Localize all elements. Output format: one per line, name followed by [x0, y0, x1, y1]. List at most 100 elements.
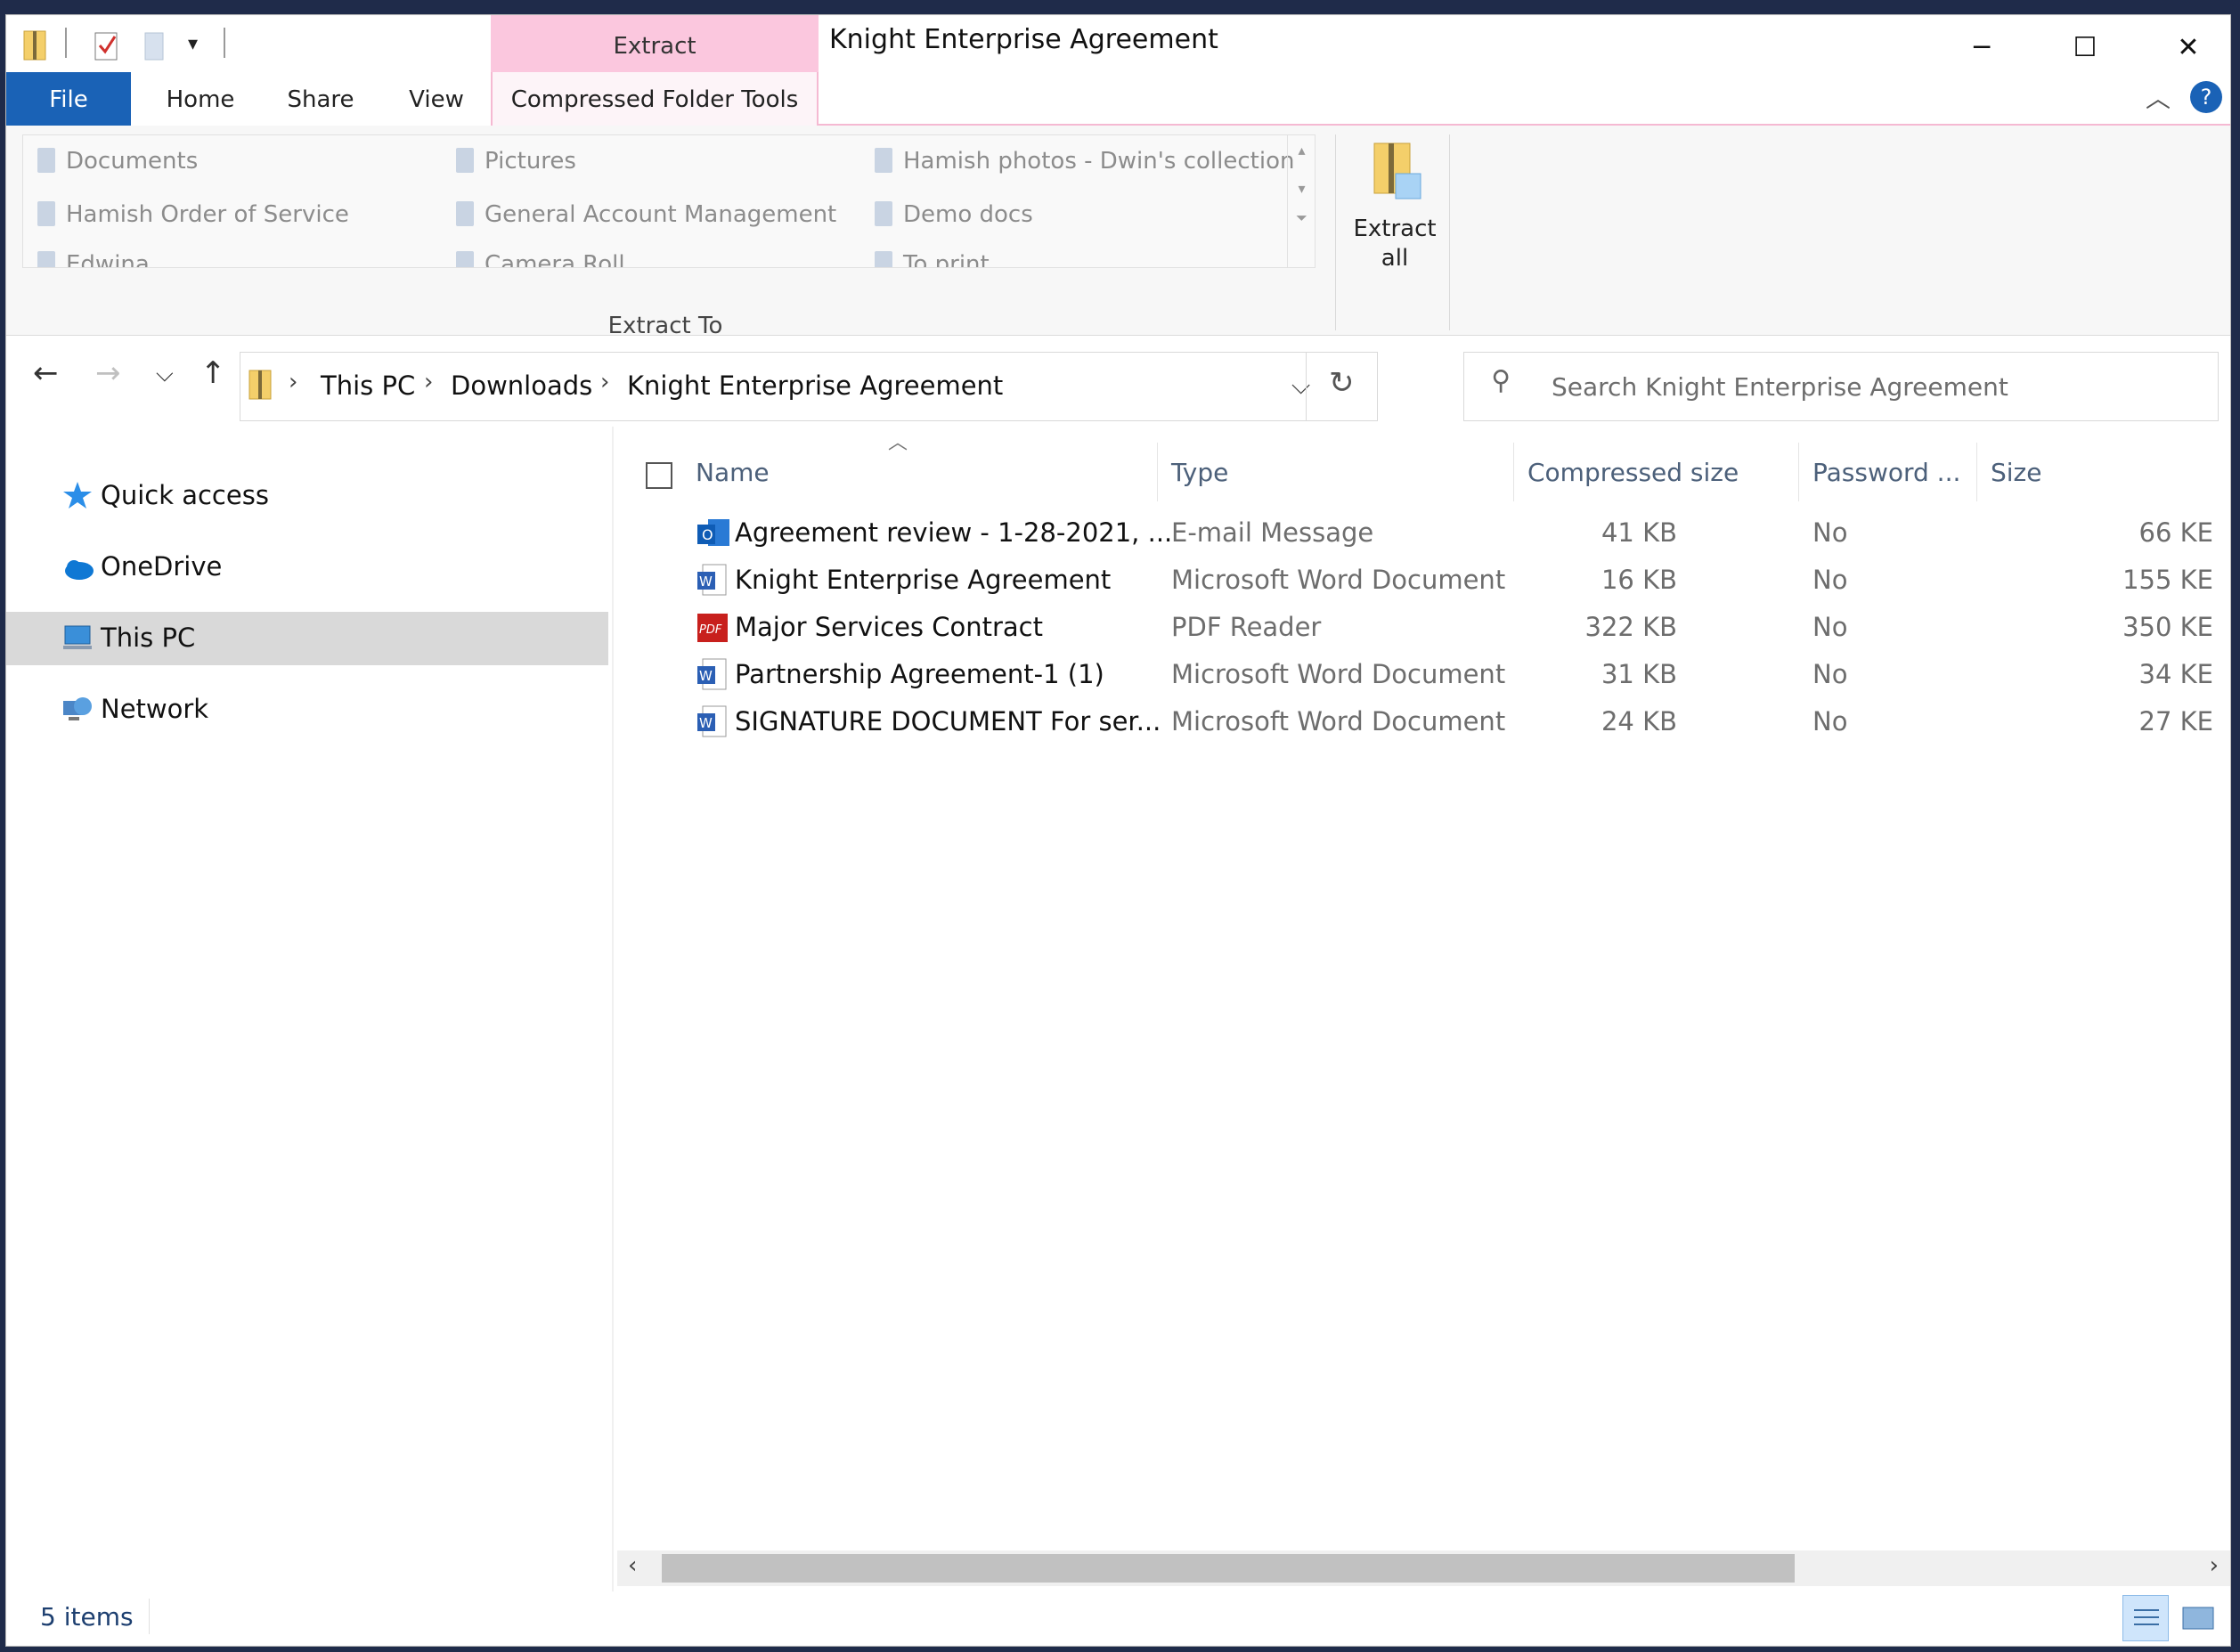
maximize-button[interactable]: ☐ — [2033, 15, 2137, 79]
search-box[interactable]: ⚲ Search Knight Enterprise Agreement — [1463, 352, 2219, 421]
new-folder-icon[interactable] — [142, 28, 168, 63]
extract-all-button[interactable]: Extract all — [1346, 138, 1444, 281]
status-separator — [149, 1599, 150, 1634]
folder-icon — [456, 201, 474, 226]
network-icon — [63, 697, 92, 720]
breadcrumb-chevron-icon[interactable]: › — [424, 369, 433, 395]
column-header-type[interactable]: Type — [1171, 444, 1228, 501]
window-title: Knight Enterprise Agreement — [829, 24, 1218, 55]
customize-qat-icon[interactable]: ▾ — [188, 33, 215, 69]
folder-icon — [875, 251, 892, 267]
gallery-expand-icon[interactable]: ⏷ — [1288, 209, 1315, 227]
extract-to-gallery[interactable]: Documents Pictures Hamish photos - Dwin'… — [22, 134, 1315, 268]
column-separator[interactable] — [1157, 443, 1158, 501]
table-row[interactable]: W Knight Enterprise Agreement Microsoft … — [614, 557, 2230, 604]
search-icon: ⚲ — [1491, 365, 1511, 396]
table-row[interactable]: W Partnership Agreement-1 (1) Microsoft … — [614, 652, 2230, 698]
breadcrumb-this-pc[interactable]: This PC — [321, 370, 415, 401]
details-view-button[interactable] — [2122, 1595, 2169, 1641]
gallery-item-camera-roll[interactable]: Camera Roll — [456, 251, 625, 267]
extract-all-label-2: all — [1381, 245, 1409, 272]
nav-item-onedrive[interactable]: OneDrive — [6, 541, 608, 594]
back-arrow-icon[interactable]: ← — [33, 355, 59, 391]
tab-view[interactable]: View — [387, 72, 485, 126]
word-icon: W — [697, 564, 727, 596]
nav-item-network[interactable]: Network — [6, 683, 608, 736]
address-separator — [1306, 353, 1307, 420]
help-icon[interactable]: ? — [2190, 81, 2222, 113]
scroll-up-icon[interactable]: ▴ — [1288, 142, 1315, 159]
column-separator[interactable] — [1513, 443, 1514, 501]
scroll-down-icon[interactable]: ▾ — [1288, 180, 1315, 197]
tab-compressed-folder-tools[interactable]: Compressed Folder Tools — [491, 72, 819, 126]
ribbon-panel: Documents Pictures Hamish photos - Dwin'… — [6, 126, 2230, 339]
recent-locations-chevron-icon[interactable]: ⌵ — [156, 361, 174, 388]
gallery-scrollbar[interactable]: ▴ ▾ ⏷ — [1287, 134, 1315, 268]
word-icon: W — [697, 705, 727, 737]
gallery-item-general-account[interactable]: General Account Management — [456, 201, 836, 228]
breadcrumb-chevron-icon[interactable]: › — [289, 369, 297, 395]
file-explorer-window: ▾ Extract Knight Enterprise Agreement ─ … — [5, 14, 2231, 1647]
zip-folder-icon[interactable] — [22, 28, 49, 63]
svg-text:O: O — [702, 526, 713, 543]
qat-separator — [65, 28, 67, 58]
computer-icon — [63, 625, 92, 649]
search-placeholder[interactable]: Search Knight Enterprise Agreement — [1552, 372, 2008, 402]
column-header-name[interactable]: Name — [696, 444, 770, 501]
close-button[interactable]: ✕ — [2137, 15, 2230, 79]
tab-home[interactable]: Home — [147, 72, 254, 126]
folder-icon — [37, 201, 55, 226]
gallery-item-hamish-photos[interactable]: Hamish photos - Dwin's collection — [875, 148, 1294, 175]
collapse-ribbon-icon[interactable]: ︿ — [2146, 79, 2171, 115]
folder-icon — [37, 148, 55, 173]
scrollbar-thumb[interactable] — [662, 1554, 1795, 1583]
svg-text:PDF: PDF — [699, 623, 722, 637]
zip-folder-icon — [248, 370, 272, 400]
address-bar[interactable]: › This PC › Downloads › Knight Enterpris… — [240, 352, 1378, 421]
select-all-checkbox[interactable] — [646, 462, 672, 489]
address-dropdown-icon[interactable]: ⌵ — [1291, 370, 1310, 401]
scroll-left-icon[interactable]: ‹ — [628, 1552, 637, 1579]
folder-icon — [875, 201, 892, 226]
large-icons-view-button[interactable] — [2176, 1595, 2222, 1641]
breadcrumb-current-folder[interactable]: Knight Enterprise Agreement — [627, 370, 1003, 401]
word-icon: W — [697, 658, 727, 690]
svg-text:W: W — [699, 715, 713, 731]
tab-share[interactable]: Share — [272, 72, 370, 126]
gallery-item-to-print[interactable]: To print — [875, 251, 990, 267]
minimize-button[interactable]: ─ — [1930, 15, 2033, 79]
gallery-item-edwina[interactable]: Edwina — [37, 251, 150, 267]
extract-all-label-1: Extract — [1353, 216, 1437, 242]
properties-icon[interactable] — [94, 28, 120, 63]
nav-item-this-pc[interactable]: This PC — [6, 612, 608, 665]
column-separator[interactable] — [1976, 443, 1977, 501]
qat-separator — [224, 28, 225, 58]
table-row[interactable]: W SIGNATURE DOCUMENT For ser... Microsof… — [614, 699, 2230, 745]
breadcrumb-downloads[interactable]: Downloads — [451, 370, 592, 401]
tab-file[interactable]: File — [6, 72, 131, 126]
column-separator[interactable] — [1798, 443, 1799, 501]
column-header-size[interactable]: Size — [1991, 444, 2041, 501]
item-count: 5 items — [40, 1602, 134, 1632]
breadcrumb-chevron-icon[interactable]: › — [600, 369, 609, 395]
refresh-icon[interactable]: ↻ — [1329, 365, 1355, 401]
gallery-item-pictures[interactable]: Pictures — [456, 148, 576, 175]
ribbon-separator — [1449, 134, 1450, 330]
folder-icon — [37, 251, 55, 267]
forward-arrow-icon[interactable]: → — [95, 355, 121, 391]
extract-to-group-label: Extract To — [607, 313, 723, 339]
column-header-compressed-size[interactable]: Compressed size — [1527, 444, 1739, 501]
table-row[interactable]: O Agreement review - 1-28-2021, ... E-ma… — [614, 510, 2230, 557]
gallery-item-hamish-order[interactable]: Hamish Order of Service — [37, 201, 349, 228]
horizontal-scrollbar[interactable]: ‹ › — [617, 1550, 2230, 1586]
gallery-item-documents[interactable]: Documents — [37, 148, 198, 175]
star-icon — [63, 482, 92, 509]
gallery-item-demo-docs[interactable]: Demo docs — [875, 201, 1033, 228]
scroll-right-icon[interactable]: › — [2210, 1552, 2219, 1579]
table-row[interactable]: PDF Major Services Contract PDF Reader 3… — [614, 605, 2230, 651]
column-header-password[interactable]: Password ... — [1812, 444, 1960, 501]
nav-item-quick-access[interactable]: Quick access — [6, 469, 608, 523]
up-arrow-icon[interactable]: ↑ — [200, 355, 226, 391]
outlook-icon: O — [697, 519, 729, 546]
folder-icon — [875, 148, 892, 173]
